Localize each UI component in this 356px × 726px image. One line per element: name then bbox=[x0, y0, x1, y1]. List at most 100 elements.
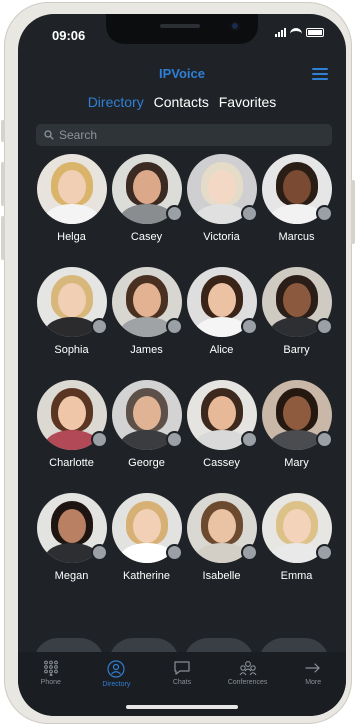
battery-icon bbox=[306, 28, 324, 37]
status-badge bbox=[165, 205, 183, 222]
contact-name: Victoria bbox=[203, 231, 240, 243]
more-arrow-icon bbox=[305, 663, 321, 673]
nav-label: Chats bbox=[172, 679, 192, 686]
status-badge bbox=[315, 318, 333, 335]
contact-name: Marcus bbox=[278, 231, 315, 243]
avatar[interactable] bbox=[36, 380, 108, 450]
contact-grid: Helga Casey Victoria Marcus Sophia James… bbox=[34, 154, 334, 582]
status-badge bbox=[165, 431, 183, 448]
hamburger-icon[interactable] bbox=[312, 68, 328, 83]
nav-phone[interactable]: Phone bbox=[21, 660, 81, 716]
avatar[interactable] bbox=[261, 154, 333, 224]
dialpad-icon bbox=[43, 660, 58, 676]
avatar[interactable] bbox=[36, 154, 107, 224]
contact-card[interactable]: Marcus bbox=[259, 154, 334, 243]
signal-icon bbox=[275, 28, 286, 37]
contact-card[interactable]: Isabelle bbox=[184, 493, 259, 582]
avatar[interactable] bbox=[36, 493, 108, 563]
contact-card[interactable]: George bbox=[109, 380, 184, 469]
contact-name: Mary bbox=[284, 457, 309, 469]
contact-name: Charlotte bbox=[49, 457, 94, 469]
status-badge bbox=[240, 318, 258, 335]
contact-name: Sophia bbox=[54, 344, 89, 356]
tab-favorites[interactable]: Favorites bbox=[219, 94, 277, 110]
notch bbox=[106, 14, 258, 44]
avatar[interactable] bbox=[111, 154, 183, 224]
status-badge bbox=[315, 431, 333, 448]
directory-icon bbox=[107, 660, 125, 678]
contact-card[interactable]: Victoria bbox=[184, 154, 259, 243]
power-button bbox=[351, 180, 355, 244]
avatar[interactable] bbox=[186, 493, 258, 563]
app-title: IPVoice bbox=[158, 66, 205, 81]
status-badge bbox=[165, 318, 183, 335]
contact-name: Helga bbox=[57, 231, 86, 243]
contact-card[interactable]: Cassey bbox=[184, 380, 259, 469]
search-icon bbox=[44, 130, 54, 140]
home-indicator[interactable] bbox=[126, 705, 238, 709]
status-badge bbox=[240, 205, 258, 222]
contact-name: Barry bbox=[283, 344, 310, 356]
status-icons bbox=[275, 28, 324, 37]
speaker-grille bbox=[160, 24, 200, 28]
status-badge bbox=[90, 544, 108, 561]
chat-icon bbox=[174, 661, 190, 675]
avatar[interactable] bbox=[261, 493, 333, 563]
mute-switch bbox=[1, 120, 5, 142]
status-badge bbox=[165, 544, 183, 561]
status-badge bbox=[315, 544, 333, 561]
tab-contacts[interactable]: Contacts bbox=[154, 94, 209, 110]
volume-down-button bbox=[1, 216, 5, 260]
wifi-icon bbox=[290, 28, 302, 37]
contact-name: Alice bbox=[209, 344, 234, 356]
tab-directory[interactable]: Directory bbox=[88, 94, 144, 110]
contact-name: George bbox=[128, 457, 165, 469]
contact-name: Emma bbox=[280, 570, 313, 582]
nav-label: Conferences bbox=[227, 679, 268, 686]
tab-bar: Directory Contacts Favorites bbox=[18, 94, 346, 110]
avatar[interactable] bbox=[186, 154, 258, 224]
search-bar bbox=[36, 124, 332, 146]
contact-card[interactable]: Alice bbox=[184, 267, 259, 356]
avatar[interactable] bbox=[186, 267, 258, 337]
avatar[interactable] bbox=[186, 380, 258, 450]
contact-name: Casey bbox=[130, 231, 163, 243]
avatar[interactable] bbox=[261, 267, 333, 337]
contact-card[interactable]: Helga bbox=[34, 154, 109, 243]
camera-icon bbox=[230, 21, 240, 31]
nav-label: Phone bbox=[40, 679, 61, 686]
status-badge bbox=[240, 544, 258, 561]
contact-name: Isabelle bbox=[202, 570, 241, 582]
status-time: 09:06 bbox=[52, 28, 86, 43]
avatar[interactable] bbox=[111, 493, 183, 563]
status-badge bbox=[90, 431, 108, 448]
status-badge bbox=[240, 431, 258, 448]
search-input[interactable] bbox=[59, 128, 299, 142]
contact-card[interactable]: Emma bbox=[259, 493, 334, 582]
contact-card[interactable]: Charlotte bbox=[34, 380, 109, 469]
contact-card[interactable]: Barry bbox=[259, 267, 334, 356]
phone-frame: 09:06 IPVoice Directory Contacts Favorit… bbox=[1, 2, 355, 724]
avatar[interactable] bbox=[111, 380, 183, 450]
contact-card[interactable]: Mary bbox=[259, 380, 334, 469]
contact-card[interactable]: Casey bbox=[109, 154, 184, 243]
conferences-icon bbox=[239, 661, 257, 676]
app-screen: 09:06 IPVoice Directory Contacts Favorit… bbox=[18, 14, 346, 716]
contact-name: Megan bbox=[54, 570, 89, 582]
avatar[interactable] bbox=[261, 380, 333, 450]
contact-card[interactable]: Sophia bbox=[34, 267, 109, 356]
contact-name: Katherine bbox=[122, 570, 171, 582]
contact-card[interactable]: James bbox=[109, 267, 184, 356]
status-badge bbox=[90, 318, 108, 335]
avatar[interactable] bbox=[111, 267, 183, 337]
nav-label: More bbox=[305, 679, 322, 686]
contact-card[interactable]: Megan bbox=[34, 493, 109, 582]
avatar[interactable] bbox=[36, 267, 108, 337]
contact-card[interactable]: Katherine bbox=[109, 493, 184, 582]
contact-name: Cassey bbox=[203, 457, 240, 469]
status-badge bbox=[315, 205, 333, 222]
nav-label: Directory bbox=[102, 681, 131, 688]
volume-up-button bbox=[1, 162, 5, 206]
contact-name: James bbox=[130, 344, 163, 356]
nav-more[interactable]: More bbox=[283, 660, 343, 716]
